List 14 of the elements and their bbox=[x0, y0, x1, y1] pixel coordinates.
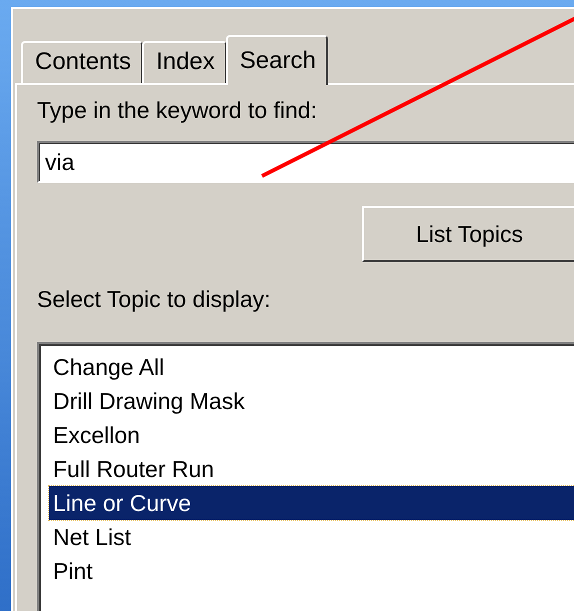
tab[interactable]: Index bbox=[142, 41, 227, 83]
keyword-field[interactable]: via bbox=[37, 141, 574, 183]
topic-item[interactable]: Net List bbox=[49, 520, 574, 554]
topic-item[interactable]: Line or Curve bbox=[49, 486, 574, 520]
topic-item[interactable]: Excellon bbox=[49, 418, 574, 452]
tab[interactable]: Contents bbox=[21, 41, 144, 83]
topic-label: Select Topic to display: bbox=[37, 285, 272, 314]
keyword-label: Type in the keyword to find: bbox=[37, 96, 318, 125]
tab[interactable]: Search bbox=[226, 35, 328, 85]
list-topics-button[interactable]: List Topics bbox=[362, 206, 574, 262]
topic-item[interactable]: Drill Drawing Mask bbox=[49, 384, 574, 418]
topic-item[interactable]: Change All bbox=[49, 350, 574, 384]
topic-item[interactable]: Full Router Run bbox=[49, 452, 574, 486]
topic-item[interactable]: Pint bbox=[49, 554, 574, 588]
